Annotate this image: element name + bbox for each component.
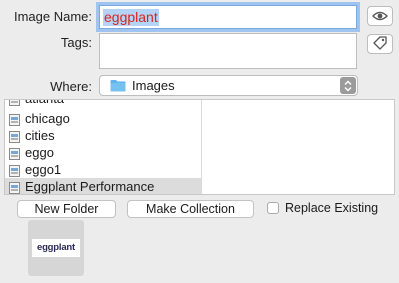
list-item[interactable]: chicago: [5, 110, 201, 127]
list-item[interactable]: atlanta: [5, 100, 201, 107]
tags-label: Tags:: [60, 35, 92, 50]
tag-icon: [373, 35, 387, 53]
image-name-label: Image Name:: [13, 9, 92, 24]
list-item-label: eggo1: [25, 162, 62, 177]
replace-existing-checkbox[interactable]: [267, 202, 279, 214]
column-divider[interactable]: [201, 100, 202, 194]
eye-icon: [372, 9, 388, 24]
file-browser[interactable]: atlanta chicago cities eggo eggo1 Eggpla…: [4, 99, 395, 195]
tags-button[interactable]: [367, 34, 393, 54]
tags-field[interactable]: [99, 33, 357, 69]
where-value: Images: [132, 78, 175, 93]
where-label: Where:: [50, 79, 92, 94]
list-item-label: chicago: [25, 111, 70, 126]
image-name-value: eggplant: [103, 9, 159, 26]
where-select[interactable]: Images: [99, 75, 358, 96]
image-file-icon: [9, 100, 20, 110]
list-item-label: Eggplant Performance: [25, 179, 155, 194]
list-item-label: cities: [25, 128, 55, 143]
list-item-selected[interactable]: Eggplant Performance: [5, 178, 201, 194]
updown-chevron-icon: [340, 77, 356, 94]
list-item-label: atlanta: [25, 100, 64, 107]
make-collection-button[interactable]: Make Collection: [127, 200, 254, 218]
preview-button[interactable]: [367, 6, 393, 26]
list-item-label: eggo: [25, 145, 54, 160]
new-folder-button[interactable]: New Folder: [17, 200, 116, 218]
image-file-icon: [9, 181, 20, 194]
list-item[interactable]: cities: [5, 127, 201, 144]
list-item[interactable]: eggo1: [5, 161, 201, 178]
file-column[interactable]: atlanta chicago cities eggo eggo1 Eggpla…: [5, 100, 201, 194]
image-thumbnail: eggplant: [28, 220, 84, 276]
eggplant-logo: eggplant: [32, 239, 80, 257]
list-item[interactable]: eggo: [5, 144, 201, 161]
replace-existing-label[interactable]: Replace Existing: [285, 201, 378, 215]
image-name-field[interactable]: eggplant: [99, 5, 357, 29]
folder-icon: [110, 79, 126, 95]
